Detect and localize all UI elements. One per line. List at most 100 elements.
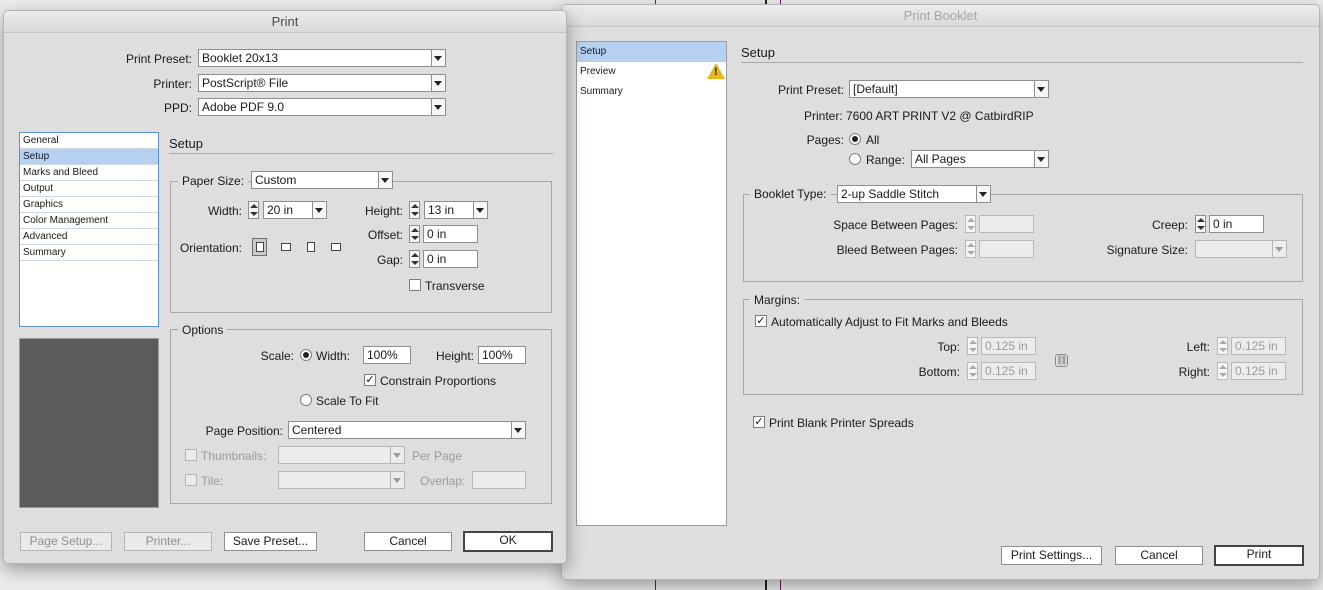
left-field[interactable]: 0.125 in xyxy=(1231,337,1286,355)
booklet-sidebar: Setup Preview Summary xyxy=(576,41,727,526)
page-position-label: Page Position: xyxy=(205,424,283,438)
printer-select[interactable]: PostScript® File xyxy=(198,74,446,92)
page-position-select[interactable]: Centered xyxy=(288,421,526,439)
width-field[interactable]: 20 in xyxy=(263,201,327,219)
tile-select[interactable] xyxy=(278,471,405,489)
height-stepper[interactable] xyxy=(409,201,420,219)
nav-item-output[interactable]: Output xyxy=(20,181,158,197)
scale-width-field[interactable]: 100% xyxy=(363,346,411,364)
auto-adjust-checkbox[interactable]: ✓ xyxy=(755,315,767,327)
portrait-orientation-icon[interactable] xyxy=(252,238,267,256)
blank-spreads-label: Print Blank Printer Spreads xyxy=(769,416,914,430)
cancel-button[interactable]: Cancel xyxy=(1115,546,1203,565)
per-page-label: Per Page xyxy=(412,449,463,463)
nav-item-marks-bleed[interactable]: Marks and Bleed xyxy=(20,165,158,181)
window-title: Print xyxy=(4,11,566,33)
tile-checkbox[interactable] xyxy=(185,474,197,486)
blank-spreads-checkbox[interactable]: ✓ xyxy=(753,416,765,428)
nav-item-summary[interactable]: Summary xyxy=(20,245,158,261)
offset-field[interactable]: 0 in xyxy=(423,225,478,243)
reverse-landscape-orientation-icon[interactable] xyxy=(328,238,343,256)
scale-to-fit-radio[interactable] xyxy=(300,394,312,406)
section-title: Setup xyxy=(741,45,775,60)
nav-item-color-management[interactable]: Color Management xyxy=(20,213,158,229)
constrain-label: Constrain Proportions xyxy=(380,374,497,388)
preset-label: Print Preset: xyxy=(777,83,844,97)
paper-size-select[interactable]: Custom xyxy=(251,171,393,189)
creep-stepper[interactable] xyxy=(1195,215,1206,233)
reverse-portrait-orientation-icon[interactable] xyxy=(303,238,318,256)
constrain-checkbox[interactable]: ✓ xyxy=(364,374,376,386)
space-between-stepper[interactable] xyxy=(965,215,976,233)
nav-item-setup[interactable]: Setup xyxy=(20,149,158,165)
ok-button[interactable]: OK xyxy=(463,531,553,552)
sidebar-item-preview[interactable]: Preview xyxy=(577,62,726,82)
top-field[interactable]: 0.125 in xyxy=(981,337,1036,355)
bleed-between-field[interactable] xyxy=(979,240,1034,258)
gap-stepper[interactable] xyxy=(409,250,420,268)
window-title: Print Booklet xyxy=(562,5,1319,27)
link-margins-icon[interactable]: ⛓ xyxy=(1055,354,1068,367)
printer-text: Printer: 7600 ART PRINT V2 @ CatbirdRIP xyxy=(804,109,1034,123)
left-label: Left: xyxy=(1186,340,1210,354)
sidebar-item-setup[interactable]: Setup xyxy=(577,42,726,62)
landscape-orientation-icon[interactable] xyxy=(278,238,293,256)
right-stepper[interactable] xyxy=(1217,362,1228,380)
thumbnails-select[interactable] xyxy=(278,446,405,464)
ppd-select[interactable]: Adobe PDF 9.0 xyxy=(198,98,446,116)
sidebar-item-summary[interactable]: Summary xyxy=(577,82,726,102)
guide-line xyxy=(765,580,767,590)
space-between-label: Space Between Pages: xyxy=(833,218,958,232)
top-stepper[interactable] xyxy=(967,337,978,355)
auto-adjust-label: Automatically Adjust to Fit Marks and Bl… xyxy=(771,315,1008,329)
print-preset-select[interactable]: Booklet 20x13 xyxy=(198,49,446,67)
thumbnails-checkbox[interactable] xyxy=(185,449,197,461)
height-field[interactable]: 13 in xyxy=(424,201,488,219)
bottom-stepper[interactable] xyxy=(967,362,978,380)
thumbnails-label: Thumbnails: xyxy=(201,449,267,463)
transverse-checkbox[interactable] xyxy=(409,279,421,291)
bottom-field[interactable]: 0.125 in xyxy=(981,362,1036,380)
scale-label: Scale: xyxy=(260,349,294,363)
offset-stepper[interactable] xyxy=(409,225,420,243)
gap-label: Gap: xyxy=(376,253,403,267)
width-stepper[interactable] xyxy=(248,201,259,219)
print-button[interactable]: Print xyxy=(1214,545,1304,566)
nav-item-advanced[interactable]: Advanced xyxy=(20,229,158,245)
scale-height-field[interactable]: 100% xyxy=(478,346,526,364)
creep-field[interactable]: 0 in xyxy=(1209,215,1264,233)
range-select[interactable]: All Pages xyxy=(911,150,1049,168)
width-label: Width: xyxy=(207,204,242,218)
save-preset-button[interactable]: Save Preset... xyxy=(224,532,317,551)
nav-item-general[interactable]: General xyxy=(20,133,158,149)
cancel-button[interactable]: Cancel xyxy=(364,532,452,551)
gap-field[interactable]: 0 in xyxy=(423,250,478,268)
offset-label: Offset: xyxy=(367,228,403,242)
pages-all-radio[interactable] xyxy=(849,133,861,145)
pages-range-radio[interactable] xyxy=(849,153,861,165)
pages-label: Pages: xyxy=(806,133,844,147)
nav-item-graphics[interactable]: Graphics xyxy=(20,197,158,213)
print-settings-button[interactable]: Print Settings... xyxy=(1001,546,1102,565)
overlap-field[interactable] xyxy=(472,471,526,489)
left-stepper[interactable] xyxy=(1217,337,1228,355)
creep-label: Creep: xyxy=(1151,218,1188,232)
booklet-type-select[interactable]: 2-up Saddle Stitch xyxy=(837,185,991,203)
space-between-field[interactable] xyxy=(979,215,1034,233)
printer-button[interactable]: Printer... xyxy=(124,532,212,551)
page-setup-button[interactable]: Page Setup... xyxy=(20,532,112,551)
print-preset-label: Print Preset: xyxy=(125,52,192,66)
right-field[interactable]: 0.125 in xyxy=(1231,362,1286,380)
options-label: Options xyxy=(178,322,228,338)
height-label: Height: xyxy=(364,204,403,218)
right-label: Right: xyxy=(1178,365,1210,379)
overlap-label: Overlap: xyxy=(420,474,466,488)
divider xyxy=(741,62,1303,63)
bleed-between-stepper[interactable] xyxy=(965,240,976,258)
preset-select[interactable]: [Default] xyxy=(849,80,1049,98)
scale-height-label: Height: xyxy=(435,349,474,363)
signature-select[interactable] xyxy=(1195,240,1287,258)
warning-icon: ! xyxy=(707,63,725,79)
scale-width-radio[interactable] xyxy=(300,349,312,361)
top-label: Top: xyxy=(937,340,960,354)
